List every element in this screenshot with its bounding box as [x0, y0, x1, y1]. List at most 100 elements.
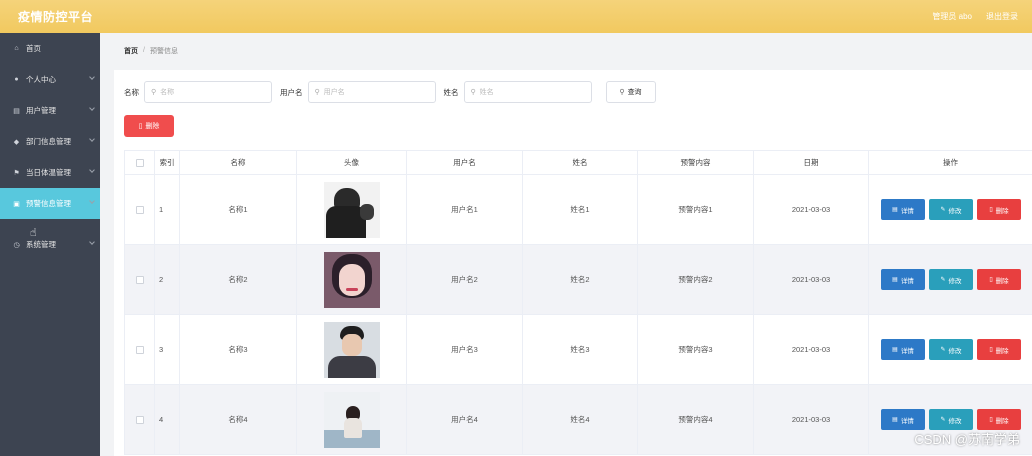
sidebar-item-label: 部门信息管理: [26, 137, 71, 146]
row-date: 2021-03-03: [754, 315, 869, 384]
row-avatar-cell: [297, 315, 407, 384]
delete-label: 删除: [995, 277, 1009, 285]
row-avatar-cell: [297, 245, 407, 314]
doc-icon: ▤: [13, 107, 20, 115]
realname-label: 姓名: [443, 87, 459, 97]
row-index: 4: [155, 385, 180, 454]
header-name: 名称: [180, 151, 297, 174]
edit-button[interactable]: ✎ 修改: [929, 409, 973, 430]
edit-button[interactable]: ✎ 修改: [929, 199, 973, 220]
row-content: 预警内容4: [638, 385, 754, 454]
query-button-label: 查询: [627, 89, 642, 96]
sidebar-item-label: 当日体温管理: [26, 168, 71, 177]
row-index: 3: [155, 315, 180, 384]
search-icon: ⚲: [314, 89, 320, 96]
search-bar: 名称 ⚲ 名称 用户名 ⚲ 用户名 姓名 ⚲ 姓名 ⚲ 查询: [124, 81, 656, 103]
header-index: 索引: [155, 151, 180, 174]
sidebar-item-label: 系统管理: [26, 240, 56, 249]
row-realname: 姓名1: [523, 175, 638, 244]
delete-button[interactable]: ▯ 删除: [977, 199, 1021, 220]
delete-label: 删除: [995, 207, 1009, 215]
chevron-down-icon: [89, 167, 95, 173]
sidebar-item-profile[interactable]: ● 个人中心: [0, 64, 100, 95]
row-realname: 姓名3: [523, 315, 638, 384]
username-search-input[interactable]: ⚲ 用户名: [307, 81, 436, 103]
watermark: CSDN @苏南学弟: [914, 432, 1020, 447]
row-select-cell: [125, 385, 155, 454]
table-row: 4 名称4 用户名4 姓名4 预警内容4 2021-03-03 ▤ 详情 ✎ 修改 …: [125, 385, 1032, 455]
row-index: 2: [155, 245, 180, 314]
row-name: 名称2: [180, 245, 297, 314]
row-checkbox[interactable]: [135, 205, 144, 214]
row-checkbox[interactable]: [135, 275, 144, 284]
row-checkbox[interactable]: [135, 415, 144, 424]
table-row: 3 名称3 用户名3 姓名3 预警内容3 2021-03-03 ▤ 详情 ✎ 修改 …: [125, 315, 1032, 385]
realname-search-input[interactable]: ⚲ 姓名: [463, 81, 592, 103]
edit-icon: ✎: [940, 207, 946, 213]
delete-button[interactable]: ▯ 删除: [977, 339, 1021, 360]
avatar: [323, 251, 380, 308]
row-name: 名称4: [180, 385, 297, 454]
detail-button[interactable]: ▤ 详情: [881, 409, 925, 430]
breadcrumb-home[interactable]: 首页: [124, 46, 138, 56]
detail-button[interactable]: ▤ 详情: [881, 339, 925, 360]
edit-button[interactable]: ✎ 修改: [929, 339, 973, 360]
avatar: [323, 181, 380, 238]
row-actions: ▤ 详情 ✎ 修改 ▯ 删除: [869, 245, 1032, 314]
sidebar-item-label: 预警信息管理: [26, 199, 71, 208]
delete-button[interactable]: ▯ 删除: [977, 409, 1021, 430]
row-username: 用户名2: [407, 245, 523, 314]
row-realname: 姓名4: [523, 385, 638, 454]
logout-link[interactable]: 退出登录: [986, 11, 1018, 22]
detail-icon: ▤: [892, 417, 898, 423]
sidebar-item-system[interactable]: ◷ 系统管理: [0, 229, 100, 260]
edit-label: 修改: [948, 207, 962, 215]
clock-icon: ◷: [13, 241, 20, 249]
detail-button[interactable]: ▤ 详情: [881, 269, 925, 290]
bulk-delete-button[interactable]: ▯ 删除: [124, 115, 174, 137]
breadcrumb: 首页 / 预警信息: [100, 33, 1032, 68]
sidebar-item-users[interactable]: ▤ 用户管理: [0, 95, 100, 126]
realname-placeholder: 姓名: [479, 89, 494, 96]
trash-icon: ▯: [989, 277, 993, 283]
detail-icon: ▤: [892, 347, 898, 353]
sidebar-item-home[interactable]: ⌂ 首页: [0, 33, 100, 64]
row-actions: ▤ 详情 ✎ 修改 ▯ 删除: [869, 175, 1032, 244]
delete-button[interactable]: ▯ 删除: [977, 269, 1021, 290]
query-button[interactable]: ⚲ 查询: [605, 81, 656, 103]
main-content: 首页 / 预警信息 名称 ⚲ 名称 用户名 ⚲ 用户名 姓名 ⚲ 姓名 ⚲ 查询: [100, 33, 1032, 456]
trash-icon: ▯: [138, 123, 143, 130]
row-avatar-cell: [297, 385, 407, 454]
sidebar-item-temperature[interactable]: ⚑ 当日体温管理: [0, 157, 100, 188]
name-search-input[interactable]: ⚲ 名称: [144, 81, 272, 103]
header-realname: 姓名: [523, 151, 638, 174]
sidebar-item-departments[interactable]: ◆ 部门信息管理: [0, 126, 100, 157]
detail-label: 详情: [900, 417, 914, 425]
row-username: 用户名4: [407, 385, 523, 454]
search-icon: ⚲: [470, 89, 476, 96]
row-select-cell: [125, 315, 155, 384]
avatar: [323, 321, 380, 378]
detail-label: 详情: [900, 347, 914, 355]
sidebar-item-warnings[interactable]: ▣ 预警信息管理: [0, 188, 100, 219]
detail-icon: ▤: [892, 207, 898, 213]
detail-label: 详情: [900, 277, 914, 285]
row-checkbox[interactable]: [135, 345, 144, 354]
row-content: 预警内容3: [638, 315, 754, 384]
sidebar: ⌂ 首页 ● 个人中心 ▤ 用户管理 ◆ 部门信息管理 ⚑ 当日体温管理 ▣ 预…: [0, 33, 100, 456]
row-date: 2021-03-03: [754, 175, 869, 244]
row-select-cell: [125, 175, 155, 244]
username-placeholder: 用户名: [323, 89, 345, 96]
edit-label: 修改: [948, 417, 962, 425]
detail-button[interactable]: ▤ 详情: [881, 199, 925, 220]
detail-label: 详情: [900, 207, 914, 215]
hand-cursor-icon: ☝: [30, 227, 37, 239]
edit-button[interactable]: ✎ 修改: [929, 269, 973, 290]
row-name: 名称3: [180, 315, 297, 384]
chevron-down-icon: [89, 136, 95, 142]
edit-icon: ✎: [940, 277, 946, 283]
select-all-checkbox[interactable]: [135, 158, 144, 167]
message-icon: ▣: [13, 200, 20, 208]
row-select-cell: [125, 245, 155, 314]
table-row: 2 名称2 用户名2 姓名2 预警内容2 2021-03-03 ▤ 详情 ✎ 修改 …: [125, 245, 1032, 315]
